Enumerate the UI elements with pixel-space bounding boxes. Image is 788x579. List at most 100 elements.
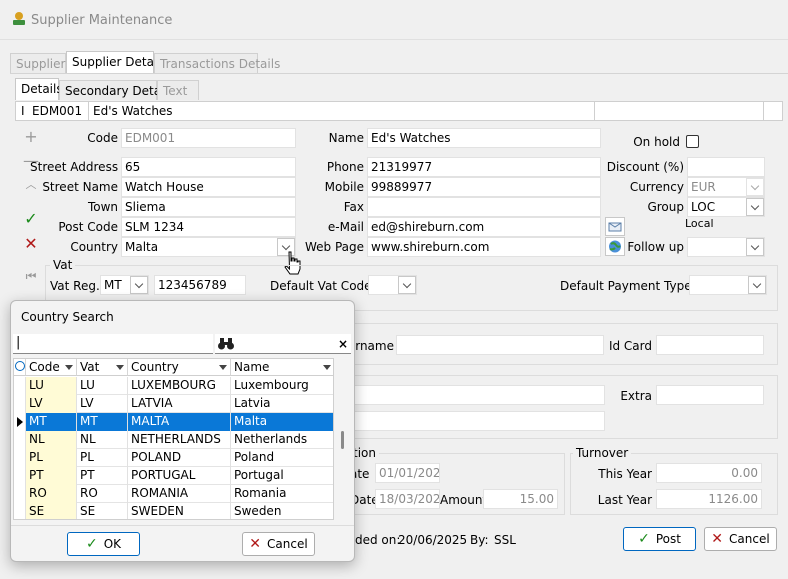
col-header-name[interactable]: Name xyxy=(231,359,333,376)
col-header-code[interactable]: Code xyxy=(26,359,77,376)
fax-field[interactable] xyxy=(367,197,601,217)
cell-code: RO xyxy=(26,485,77,503)
table-row[interactable]: LV LV LATVIA Latvia xyxy=(14,395,333,413)
street-address-field[interactable]: 65 xyxy=(121,157,296,177)
table-row[interactable]: NL NL NETHERLANDS Netherlands xyxy=(14,431,333,449)
currency-dropdown-button[interactable] xyxy=(746,178,764,196)
binoculars-icon[interactable] xyxy=(217,337,235,351)
extra-address-field-2[interactable] xyxy=(340,411,605,431)
send-email-icon[interactable] xyxy=(605,217,625,236)
cancel-button-label: Cancel xyxy=(729,532,770,546)
amount-label: Amount xyxy=(440,493,488,507)
col-header-vat[interactable]: Vat xyxy=(77,359,128,376)
divider xyxy=(88,102,89,120)
table-row[interactable]: MT MT MALTA Malta xyxy=(14,413,333,431)
country-grid: Code Vat Country Name LU LU LUXEMBOURG Luxe… xyxy=(13,358,334,520)
email-field[interactable]: ed@shireburn.com xyxy=(367,217,601,237)
table-row[interactable]: PL PL POLAND Poland xyxy=(14,449,333,467)
fax-label: Fax xyxy=(343,200,364,214)
name-field[interactable]: Ed's Watches xyxy=(367,128,601,148)
add-icon[interactable]: + xyxy=(20,127,42,149)
cell-country: PORTUGAL xyxy=(128,467,231,485)
discount-field[interactable] xyxy=(687,157,765,177)
grid-scrollbar-thumb[interactable] xyxy=(341,431,344,449)
mobile-field[interactable]: 99889977 xyxy=(367,177,601,197)
webpage-label: Web Page xyxy=(304,240,364,254)
first-record-icon[interactable]: ⏮ xyxy=(20,269,42,291)
vat-prefix-dropdown-button[interactable] xyxy=(130,276,148,294)
follow-up-label: Follow up xyxy=(627,240,684,254)
added-on-label: ded on: xyxy=(355,533,401,547)
record-bar: I EDM001 Ed's Watches xyxy=(15,101,783,121)
email-label: e-Mail xyxy=(327,220,364,234)
cell-code: LV xyxy=(26,395,77,413)
group-dropdown-button[interactable] xyxy=(746,198,764,216)
title-bar: Supplier Maintenance xyxy=(0,0,788,40)
post-button[interactable]: ✓ Post xyxy=(623,527,696,551)
app-icon xyxy=(13,12,25,25)
country-field[interactable]: Malta xyxy=(121,237,296,257)
vat-group-title: Vat xyxy=(50,258,76,272)
extra-field[interactable] xyxy=(656,385,764,405)
cell-name: Luxembourg xyxy=(231,377,333,395)
this-year-field[interactable]: 0.00 xyxy=(656,463,762,483)
last-year-field[interactable]: 1126.00 xyxy=(656,489,762,509)
tab-details[interactable]: Details xyxy=(15,78,63,100)
cancel-button[interactable]: ✕ Cancel xyxy=(704,527,777,551)
post-code-field[interactable]: SLM 1234 xyxy=(121,217,296,237)
country-search-input[interactable]: | xyxy=(13,334,213,354)
id-card-label: Id Card xyxy=(608,339,652,353)
tab-suppliers[interactable]: Suppliers xyxy=(10,53,72,73)
name-label: Name xyxy=(328,131,364,145)
tab-transactions-details[interactable]: Transactions Details xyxy=(154,53,280,73)
table-row[interactable]: RO RO ROMANIA Romania xyxy=(14,485,333,503)
extra-address-field-1[interactable] xyxy=(340,385,605,405)
webpage-field[interactable]: www.shireburn.com xyxy=(367,237,601,257)
first-date-field[interactable]: 01/01/2024 xyxy=(375,463,440,483)
on-hold-checkbox[interactable] xyxy=(686,135,699,148)
tab-secondary-details[interactable]: Secondary Details xyxy=(59,80,174,100)
col-header-country[interactable]: Country xyxy=(128,359,231,376)
code-label: Code xyxy=(87,131,118,145)
divider xyxy=(763,102,764,120)
cell-name: Netherlands xyxy=(231,431,333,449)
table-row[interactable]: LU LU LUXEMBOURG Luxembourg xyxy=(14,377,333,395)
town-field[interactable]: Sliema xyxy=(121,197,296,217)
divider xyxy=(11,525,354,526)
close-search-icon[interactable]: × xyxy=(338,337,348,351)
grid-header-selector xyxy=(14,359,26,376)
tab-supplier-details[interactable]: Supplier Details xyxy=(66,51,167,73)
cell-name: Romania xyxy=(231,485,333,503)
phone-field[interactable]: 21319977 xyxy=(367,157,601,177)
extra-label: Extra xyxy=(620,389,652,403)
table-row[interactable]: PT PT PORTUGAL Portugal xyxy=(14,467,333,485)
tab-text[interactable]: Text xyxy=(157,80,199,100)
row-indicator xyxy=(14,395,26,413)
cell-name: Portugal xyxy=(231,467,333,485)
cell-code: MT xyxy=(26,413,77,431)
popup-cancel-button[interactable]: ✕ Cancel xyxy=(242,532,315,556)
column-chooser-icon[interactable] xyxy=(15,361,25,371)
by-value: SSL xyxy=(494,533,516,547)
cell-vat: PL xyxy=(77,449,128,467)
cell-name: Poland xyxy=(231,449,333,467)
amount-field[interactable]: 15.00 xyxy=(483,489,558,509)
country-label: Country xyxy=(70,240,118,254)
vat-number-field[interactable]: 123456789 xyxy=(154,275,246,295)
street-name-field[interactable]: Watch House xyxy=(121,177,296,197)
last-year-label: Last Year xyxy=(597,493,652,507)
row-indicator xyxy=(14,377,26,395)
country-search-title: Country Search xyxy=(21,310,114,324)
default-payment-type-dropdown-button[interactable] xyxy=(748,276,766,294)
table-row[interactable]: SE SE SWEDEN Sweden xyxy=(14,503,333,519)
surname-field[interactable] xyxy=(396,335,604,355)
ok-button[interactable]: ✓ OK xyxy=(67,532,140,556)
follow-up-dropdown-button[interactable] xyxy=(746,238,764,256)
cell-name: Sweden xyxy=(231,503,333,519)
post-button-label: Post xyxy=(655,532,681,546)
default-vat-code-dropdown-button[interactable] xyxy=(398,276,416,294)
code-field[interactable]: EDM001 xyxy=(121,128,296,148)
last-date-field[interactable]: 18/03/2025 xyxy=(375,489,440,509)
text-cursor-icon: I xyxy=(21,104,25,118)
id-card-field[interactable] xyxy=(656,335,764,355)
